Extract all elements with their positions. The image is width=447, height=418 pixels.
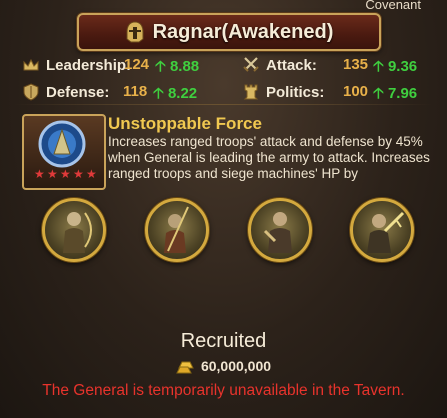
arrow-up-icon: 🡡: [155, 58, 166, 75]
leadership-label: Leadership:: [46, 56, 132, 74]
politics-label: Politics:: [266, 83, 325, 101]
stat-attack: Attack:: [242, 56, 317, 74]
spearman-portrait[interactable]: [145, 198, 209, 262]
shield-icon: [23, 83, 39, 101]
skill-title: Unstoppable Force: [108, 114, 262, 133]
rook-tower-icon: [243, 84, 259, 100]
spearman-figure-icon: [164, 206, 189, 253]
skill-description: Increases ranged troops' attack and defe…: [108, 134, 430, 181]
defense-value: 118: [123, 83, 148, 100]
defense-label: Defense:: [46, 83, 110, 101]
attack-label: Attack:: [266, 56, 317, 74]
corner-label: Covenant: [365, 0, 421, 12]
defense-bonus-value: 8.22: [167, 85, 198, 102]
star-icon: ★: [86, 167, 97, 181]
arrow-up-icon: 🡡: [373, 85, 384, 102]
attack-bonus-value: 9.36: [387, 58, 418, 75]
general-name: Ragnar(Awakened): [152, 20, 334, 43]
skill-stars: ★ ★ ★ ★ ★: [34, 167, 97, 181]
swordsman-portrait[interactable]: [350, 198, 414, 262]
star-icon: ★: [60, 167, 71, 181]
star-icon: ★: [34, 167, 45, 181]
helmet-icon: [126, 21, 144, 43]
politics-bonus-value: 7.96: [387, 85, 418, 102]
crossed-swords-icon: [243, 57, 259, 72]
leadership-bonus-value: 8.88: [169, 58, 200, 75]
recruited-status: Recruited: [180, 330, 267, 352]
skill-orb-icon: ★ ★ ★ ★ ★: [34, 120, 97, 181]
politics-value: 100: [343, 83, 369, 100]
unavailable-warning: The General is temporarily unavailable i…: [42, 382, 405, 399]
leadership-bonus: 🡡 8.88: [155, 56, 199, 81]
attack-bonus: 🡡 9.36: [373, 56, 417, 81]
arrow-up-icon: 🡡: [373, 58, 384, 75]
warrior-portrait[interactable]: [248, 198, 312, 262]
skill-icon-frame[interactable]: ★ ★ ★ ★ ★: [22, 114, 106, 190]
swordsman-figure-icon: [367, 211, 405, 253]
divider: [14, 104, 433, 105]
arrow-up-icon: 🡡: [153, 85, 164, 102]
price-value: 60,000,000: [200, 358, 272, 374]
attack-value: 135: [343, 56, 369, 73]
archer-portrait[interactable]: [42, 198, 106, 262]
stat-politics: Politics:: [242, 83, 324, 101]
gold-ingot-icon: [176, 361, 194, 374]
crown-icon: [23, 58, 39, 71]
stat-defense: Defense:: [22, 83, 109, 101]
archer-figure-icon: [63, 212, 92, 253]
star-icon: ★: [47, 167, 58, 181]
general-name-banner: Ragnar(Awakened): [77, 13, 381, 51]
stat-leadership: Leadership:: [22, 56, 131, 74]
leadership-value: 124: [124, 56, 150, 73]
recruit-price: 60,000,000: [0, 358, 447, 374]
star-icon: ★: [73, 167, 84, 181]
warrior-figure-icon: [263, 212, 292, 253]
